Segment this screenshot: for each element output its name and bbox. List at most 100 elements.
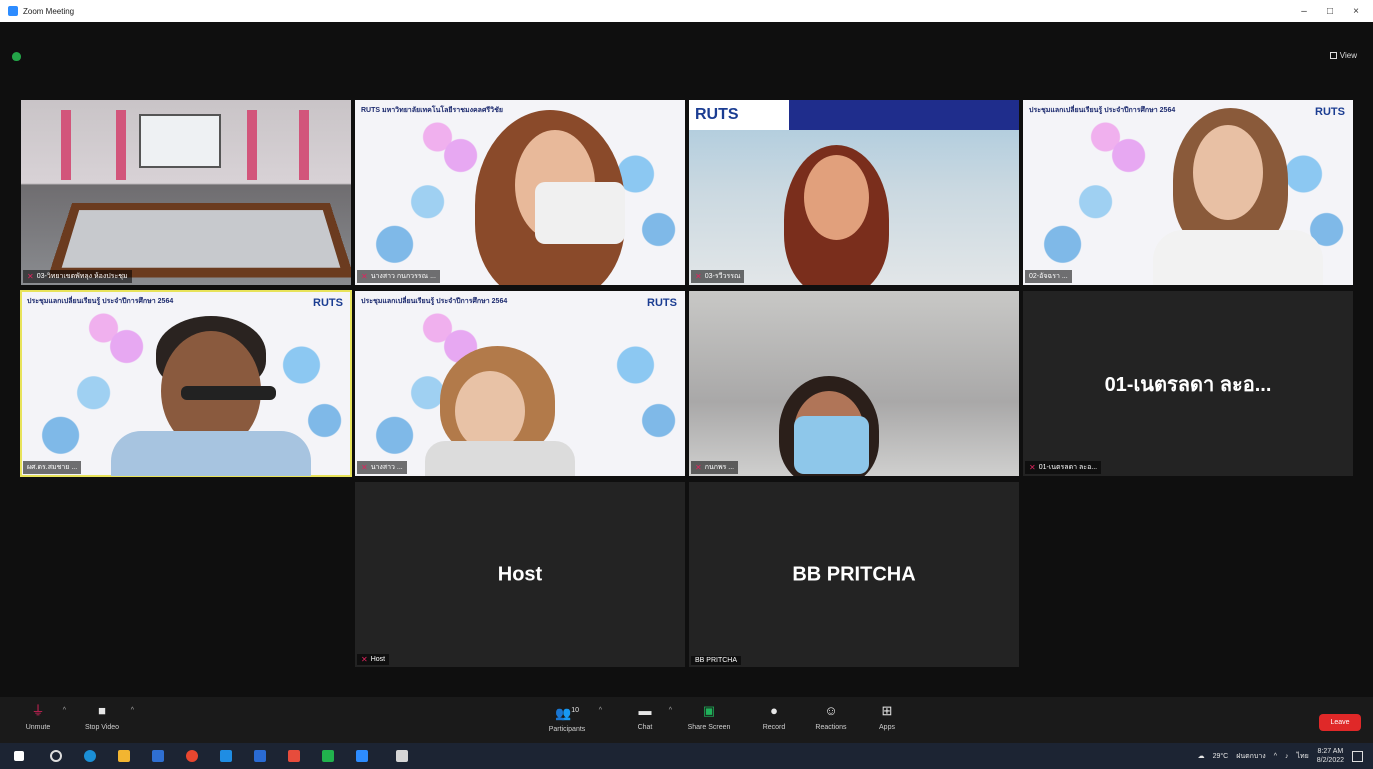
video-tile[interactable]: ประชุมแลกเปลี่ยนเรียนรู้ ประจำปีการศึกษา… [1023, 100, 1353, 285]
weather-temp[interactable]: 29°C [1213, 753, 1229, 760]
participant-shirt [111, 431, 311, 476]
mic-muted-icon: ✕ [361, 463, 368, 472]
participant-shirt [1153, 230, 1323, 285]
leave-button[interactable]: Leave [1319, 714, 1361, 731]
record-button[interactable]: ● Record [756, 703, 792, 731]
banner-text: ประชุมแลกเปลี่ยนเรียนรู้ ประจำปีการศึกษา… [1029, 107, 1176, 114]
chrome-icon[interactable] [186, 750, 198, 762]
apps-button[interactable]: ⊞ Apps [872, 703, 902, 731]
app-icon[interactable] [288, 750, 300, 762]
participant-face [1193, 125, 1263, 220]
windows-taskbar: ☁ 29°C ฝนตกบาง ^ ♪ ไทย 8:27 AM 8/2/2022 [0, 743, 1373, 769]
grid-icon [1329, 52, 1337, 59]
participant-name: ✕ กนกพร ... [691, 461, 739, 474]
chat-icon: ▬ [638, 703, 652, 718]
apps-icon: ⊞ [881, 703, 893, 718]
participant-name: ผศ.ดร.สมชาย ... [23, 461, 82, 474]
mic-muted-icon: ✕ [1029, 463, 1036, 472]
file-explorer-icon[interactable] [118, 750, 130, 762]
view-button[interactable]: View [1329, 51, 1357, 60]
video-tile[interactable]: ประชุมแลกเปลี่ยนเรียนรู้ ประจำปีการศึกษา… [355, 291, 685, 476]
banner-strip: RUTS [689, 100, 1019, 130]
name-tile[interactable]: Host ✕ Host [355, 482, 685, 667]
store-icon[interactable] [152, 750, 164, 762]
encryption-shield-icon[interactable] [12, 52, 21, 61]
participant-face [804, 155, 869, 240]
participant-name: ✕ 03-วิทยาเขตพัทลุง ห้องประชุม [23, 270, 132, 283]
banner-text: ประชุมแลกเปลี่ยนเรียนรู้ ประจำปีการศึกษา… [361, 298, 508, 305]
close-button[interactable]: × [1343, 6, 1369, 17]
participant-name: ✕ นางสาว ... [357, 461, 407, 474]
participant-name: ✕ 01-เนตรลดา ละอ... [1025, 461, 1102, 474]
video-tile[interactable]: RUTS ✕ 03-รวีวรรณ [689, 100, 1019, 285]
video-tile[interactable]: ✕ กนกพร ... [689, 291, 1019, 476]
clock[interactable]: 8:27 AM 8/2/2022 [1317, 747, 1344, 765]
search-icon[interactable] [50, 750, 62, 762]
ruts-logo: RUTS [695, 106, 739, 123]
curtain [299, 110, 309, 180]
face-mask [535, 182, 625, 244]
banner-text: RUTS มหาวิทยาลัยเทคโนโลยีราชมงคลศรีวิชัย [361, 107, 503, 114]
chevron-up-icon[interactable]: ^ [599, 707, 602, 714]
chevron-up-icon[interactable]: ^ [63, 707, 66, 714]
reactions-button[interactable]: ☺ Reactions [808, 703, 854, 731]
zoom-logo-icon [8, 6, 18, 16]
chevron-up-icon[interactable]: ^ [1274, 753, 1277, 760]
mic-muted-icon: ✕ [695, 463, 702, 472]
participant-name: BB PRITCHA [691, 656, 742, 665]
name-tile[interactable]: 01-เนตรลดา ละอ... ✕ 01-เนตรลดา ละอ... [1023, 291, 1353, 476]
video-tile[interactable]: ✕ 03-วิทยาเขตพัทลุง ห้องประชุม [21, 100, 351, 285]
curtain [247, 110, 257, 180]
window-title: Zoom Meeting [23, 6, 75, 16]
curtain [116, 110, 126, 180]
participant-name: 02-อัจฉรา ... [1025, 270, 1072, 283]
video-tile-active-speaker[interactable]: ประชุมแลกเปลี่ยนเรียนรู้ ประจำปีการศึกษา… [20, 290, 352, 477]
meeting-table [47, 203, 351, 278]
chevron-up-icon[interactable]: ^ [669, 707, 672, 714]
cloud-icon: ☁ [1197, 753, 1205, 760]
mic-muted-icon: ✕ [695, 272, 702, 281]
volume-icon[interactable]: ♪ [1285, 753, 1289, 760]
chevron-up-icon[interactable]: ^ [131, 707, 134, 714]
photos-icon[interactable] [396, 750, 408, 762]
maximize-button[interactable]: □ [1317, 6, 1343, 17]
participant-display-name: 01-เนตรลดา ละอ... [1104, 373, 1272, 396]
mic-muted-icon: ✕ [361, 655, 368, 664]
windows-start-icon[interactable] [14, 751, 24, 761]
reactions-icon: ☺ [824, 703, 838, 718]
zoom-taskbar-icon[interactable] [356, 750, 368, 762]
participant-face [455, 371, 525, 451]
participants-button[interactable]: 👥10 Participants ^ [542, 703, 602, 733]
participant-display-name: Host [497, 563, 543, 585]
participants-count: 10 [571, 707, 579, 714]
participant-display-name: BB PRITCHA [792, 563, 916, 585]
input-language[interactable]: ไทย [1297, 751, 1309, 762]
meeting-toolbar: ⏚ Unmute ^ ■ Stop Video ^ 👥10 Participan… [0, 697, 1373, 743]
face-mask [794, 416, 869, 474]
notification-icon[interactable] [1352, 750, 1363, 762]
share-screen-icon: ▣ [702, 703, 716, 718]
ruts-logo: RUTS [1315, 106, 1345, 118]
word-icon[interactable] [254, 750, 266, 762]
mail-icon[interactable] [220, 750, 232, 762]
minimize-button[interactable]: – [1291, 6, 1317, 17]
stop-video-button[interactable]: ■ Stop Video ^ [80, 703, 134, 731]
mic-muted-icon: ✕ [27, 272, 34, 281]
share-screen-button[interactable]: ▣ Share Screen [682, 703, 736, 731]
participant-shirt [425, 441, 575, 476]
line-icon[interactable] [322, 750, 334, 762]
unmute-button[interactable]: ⏚ Unmute ^ [20, 703, 66, 731]
curtain [61, 110, 71, 180]
participant-name: ✕ 03-รวีวรรณ [691, 270, 745, 283]
projector-screen [139, 114, 221, 168]
edge-icon[interactable] [84, 750, 96, 762]
ruts-logo: RUTS [647, 297, 677, 309]
banner-text: ประชุมแลกเปลี่ยนเรียนรู้ ประจำปีการศึกษา… [27, 298, 174, 305]
weather-desc: ฝนตกบาง [1236, 752, 1266, 760]
banner-title [789, 100, 1019, 130]
participants-icon: 👥10 [555, 705, 579, 721]
video-tile[interactable]: RUTS มหาวิทยาลัยเทคโนโลยีราชมงคลศรีวิชัย… [355, 100, 685, 285]
name-tile[interactable]: BB PRITCHA BB PRITCHA [689, 482, 1019, 667]
chat-button[interactable]: ▬ Chat ^ [628, 703, 672, 731]
glasses [181, 386, 276, 400]
